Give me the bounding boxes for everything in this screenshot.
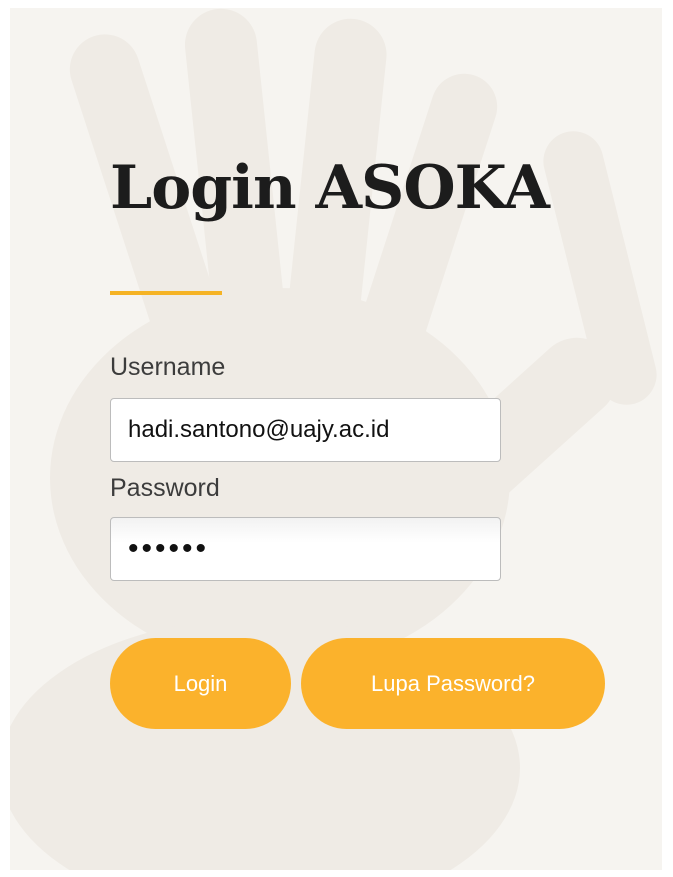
username-label: Username bbox=[110, 353, 226, 381]
password-label: Password bbox=[110, 474, 220, 502]
login-button[interactable]: Login bbox=[110, 638, 291, 729]
page-title: Login ASOKA bbox=[110, 153, 550, 223]
title-underline bbox=[110, 291, 222, 295]
forgot-password-button[interactable]: Lupa Password? bbox=[301, 638, 605, 729]
password-input[interactable] bbox=[110, 517, 501, 581]
username-input[interactable] bbox=[110, 398, 501, 462]
login-panel: Login ASOKA Username Password Login Lupa… bbox=[10, 8, 662, 870]
